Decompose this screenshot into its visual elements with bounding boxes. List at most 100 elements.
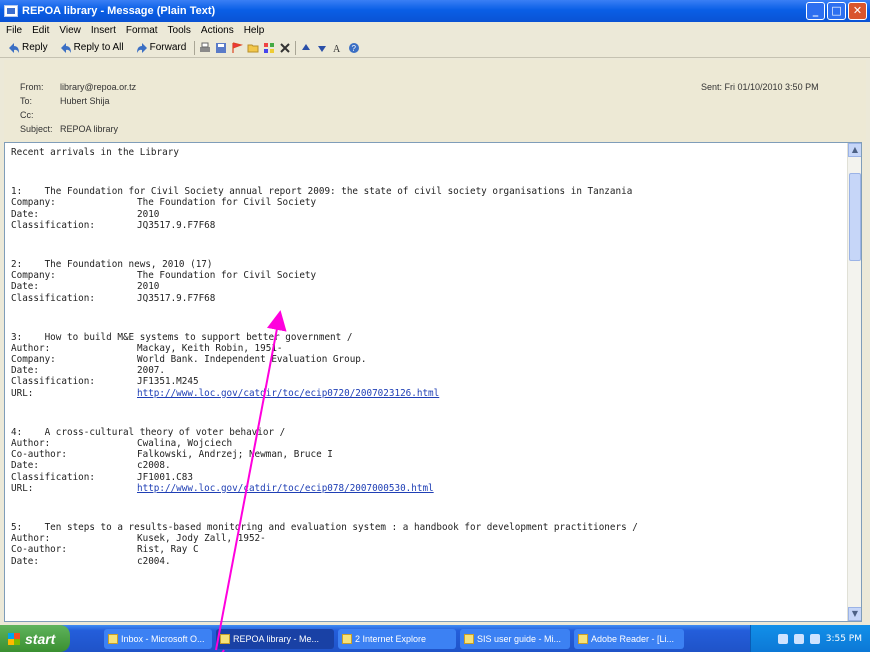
field-key: Classification: xyxy=(11,219,95,231)
field-value: c2004. xyxy=(137,555,171,567)
item-field-row: Author: Kusek, Jody Zall, 1952- xyxy=(11,533,851,544)
message-body[interactable]: Recent arrivals in the Library 1: The Fo… xyxy=(4,142,862,622)
forward-label: Forward xyxy=(149,42,187,53)
item-field-row: Date: c2008. xyxy=(11,460,851,471)
from-value[interactable]: library@repoa.or.tz xyxy=(60,82,136,92)
to-value[interactable]: Hubert Shija xyxy=(60,96,110,106)
item-field-row: Author: Mackay, Keith Robin, 1951- xyxy=(11,343,851,354)
field-value: The Foundation for Civil Society xyxy=(137,270,317,282)
taskbar-button[interactable]: SIS user guide - Mi... xyxy=(460,628,570,649)
menu-tools[interactable]: Tools xyxy=(168,25,191,36)
font-size-icon[interactable]: A xyxy=(332,42,344,55)
taskbar-button[interactable]: 2 Internet Explore xyxy=(338,628,456,649)
field-key: Company: xyxy=(11,197,56,209)
field-key: Author: xyxy=(11,342,51,354)
item-field-row: Classification: JF1351.M245 xyxy=(11,376,851,387)
item-heading: 3: How to build M&E systems to support b… xyxy=(11,331,353,343)
reply-icon xyxy=(8,42,20,54)
menu-bar: File Edit View Insert Format Tools Actio… xyxy=(0,22,870,38)
flag-icon[interactable] xyxy=(231,41,244,54)
taskbar-button[interactable]: REPOA library - Me... xyxy=(216,628,334,649)
item-heading: 2: The Foundation news, 2010 (17) xyxy=(11,258,213,270)
item-field-row: Company: World Bank. Independent Evaluati… xyxy=(11,354,851,365)
menu-actions[interactable]: Actions xyxy=(201,25,234,36)
item-field-row: Author: Cwalina, Wojciech xyxy=(11,438,851,449)
forward-icon xyxy=(136,42,148,54)
menu-file[interactable]: File xyxy=(6,25,22,36)
start-button[interactable]: start xyxy=(0,625,70,652)
url-link[interactable]: http://www.loc.gov/catdir/toc/ecip078/20… xyxy=(137,483,434,494)
scroll-up-icon[interactable]: ▲ xyxy=(848,143,861,157)
intro-line: Recent arrivals in the Library xyxy=(11,147,179,158)
item-heading: 5: Ten steps to a results-based monitori… xyxy=(11,521,638,533)
minimize-button[interactable]: _ xyxy=(806,2,825,20)
field-value: Rist, Ray C xyxy=(137,544,199,556)
subject-value: REPOA library xyxy=(60,124,119,134)
field-value: Falkowski, Andrzej; Newman, Bruce I xyxy=(137,449,333,461)
subject-row: Subject: REPOA library xyxy=(20,124,118,134)
scrollbar-thumb[interactable] xyxy=(849,173,861,261)
menu-insert[interactable]: Insert xyxy=(91,25,116,36)
field-key: Company: xyxy=(11,270,56,282)
field-value: JQ3517.9.F7F68 xyxy=(137,292,216,304)
scroll-down-icon[interactable]: ▼ xyxy=(848,607,861,621)
tray-icon[interactable] xyxy=(809,633,820,644)
taskbar-tasks: Inbox - Microsoft O... REPOA library - Me… xyxy=(100,628,684,649)
next-item-icon[interactable] xyxy=(316,42,328,54)
forward-button[interactable]: Forward xyxy=(132,40,191,56)
windows-taskbar: start Inbox - Microsoft O... REPOA librar… xyxy=(0,625,870,652)
field-key: Classification: xyxy=(11,376,95,388)
task-label: REPOA library - Me... xyxy=(233,633,320,644)
task-app-icon xyxy=(464,633,474,644)
menu-help[interactable]: Help xyxy=(244,25,265,36)
close-button[interactable]: ✕ xyxy=(848,2,867,20)
field-value: Mackay, Keith Robin, 1951- xyxy=(137,342,283,354)
start-label: start xyxy=(25,630,56,647)
field-value: JQ3517.9.F7F68 xyxy=(137,219,216,231)
taskbar-button[interactable]: Inbox - Microsoft O... xyxy=(104,628,212,649)
delete-icon[interactable] xyxy=(279,42,291,54)
item-field-row: Company: The Foundation for Civil Society xyxy=(11,197,851,208)
sent-date: Sent: Fri 01/10/2010 3:50 PM xyxy=(701,82,819,92)
item-field-row: Date: c2004. xyxy=(11,556,851,567)
tray-icon[interactable] xyxy=(793,633,804,644)
from-label: From: xyxy=(20,82,44,92)
reply-button[interactable]: Reply xyxy=(4,40,52,56)
task-label: 2 Internet Explore xyxy=(355,633,427,644)
move-to-folder-icon[interactable] xyxy=(247,42,259,54)
field-key: Co-author: xyxy=(11,544,67,556)
previous-item-icon[interactable] xyxy=(300,42,312,54)
cc-label: Cc: xyxy=(20,110,34,120)
maximize-button[interactable]: □ xyxy=(827,2,846,20)
menu-edit[interactable]: Edit xyxy=(32,25,49,36)
reply-label: Reply xyxy=(22,42,48,53)
field-key: Date: xyxy=(11,208,39,220)
help-icon[interactable]: ? xyxy=(348,42,360,54)
field-value: Cwalina, Wojciech xyxy=(137,438,233,449)
svg-text:A: A xyxy=(333,44,341,54)
message-app-icon xyxy=(4,5,18,17)
field-key: Date: xyxy=(11,460,39,472)
field-key: URL: xyxy=(11,387,34,399)
window-titlebar[interactable]: REPOA library - Message (Plain Text) _ □… xyxy=(0,0,870,22)
categories-icon[interactable] xyxy=(263,42,275,54)
window-title: REPOA library - Message (Plain Text) xyxy=(22,5,216,17)
tray-icon[interactable] xyxy=(777,633,788,644)
field-key: Co-author: xyxy=(11,449,67,461)
item-field-row: Date: 2010 xyxy=(11,281,851,292)
field-value: 2007. xyxy=(137,365,165,377)
task-label: Adobe Reader - [Li... xyxy=(591,633,675,644)
toolbar-separator xyxy=(295,40,297,55)
menu-format[interactable]: Format xyxy=(126,25,158,36)
task-label: SIS user guide - Mi... xyxy=(477,633,562,644)
save-icon[interactable] xyxy=(215,42,227,54)
taskbar-button[interactable]: Adobe Reader - [Li... xyxy=(574,628,684,649)
vertical-scrollbar[interactable]: ▲ ▼ xyxy=(847,143,861,621)
system-tray: 3:55 PM xyxy=(750,625,870,652)
reply-all-button[interactable]: Reply to All xyxy=(56,40,128,56)
url-link[interactable]: http://www.loc.gov/catdir/toc/ecip0720/2… xyxy=(137,388,439,399)
task-app-icon xyxy=(578,633,588,644)
menu-view[interactable]: View xyxy=(59,25,81,36)
print-icon[interactable] xyxy=(199,42,211,54)
field-key: Company: xyxy=(11,354,56,366)
